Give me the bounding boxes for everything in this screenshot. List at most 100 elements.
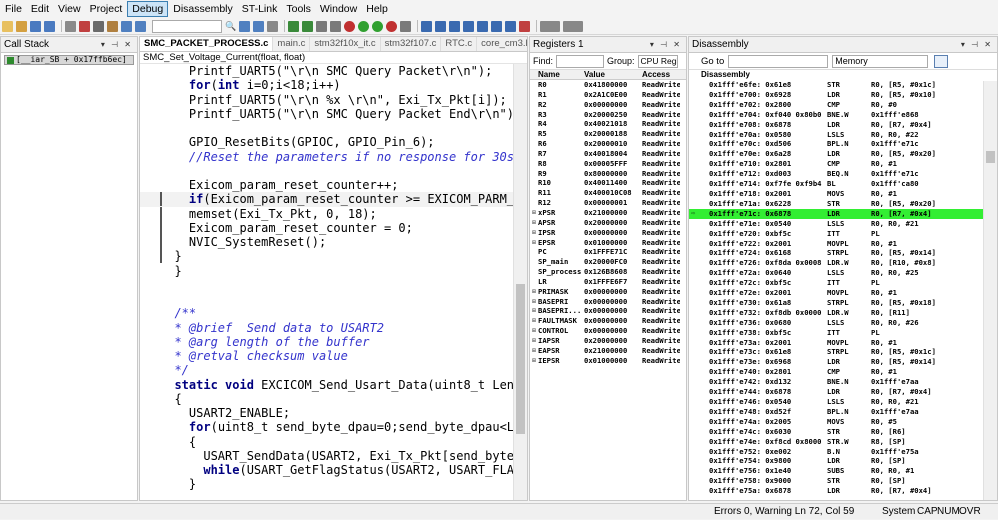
- cut-icon[interactable]: [79, 21, 90, 32]
- register-value[interactable]: 0x126B8608: [584, 267, 642, 277]
- register-value[interactable]: 0x01000000: [584, 238, 642, 248]
- register-row[interactable]: ⊞IAPSR0x20000000ReadWrite: [530, 336, 686, 346]
- instruction-row[interactable]: 0x1fff'e724: 0x6168STRPLR0, [R5, #0x14]: [689, 248, 997, 258]
- disassembly-scrollbar[interactable]: [983, 81, 997, 500]
- register-row[interactable]: ⊞IPSR0x00000000ReadWrite: [530, 228, 686, 238]
- register-row[interactable]: LR0x1FFFE6F7ReadWrite: [530, 277, 686, 287]
- register-row[interactable]: ⊞IEPSR0x01000000ReadWrite: [530, 356, 686, 366]
- tab-core-cm3-h[interactable]: core_cm3.h: [477, 37, 527, 51]
- step-into-icon[interactable]: [463, 21, 474, 32]
- instruction-row[interactable]: 0x1fff'e748: 0xd52fBPL.N0x1fff'e7aa: [689, 407, 997, 417]
- register-row[interactable]: R20x00000000ReadWrite: [530, 100, 686, 110]
- expand-icon[interactable]: ⊞: [530, 326, 538, 336]
- expand-icon[interactable]: [530, 198, 538, 208]
- save-icon[interactable]: [30, 21, 41, 32]
- run-to-cursor-icon[interactable]: [505, 21, 516, 32]
- sub-step-icon[interactable]: [563, 21, 583, 32]
- register-value[interactable]: 0x40011400: [584, 178, 642, 188]
- scroll-thumb[interactable]: [516, 284, 525, 434]
- instruction-row[interactable]: 0x1fff'e730: 0x61a8STRPLR0, [R5, #0x18]: [689, 298, 997, 308]
- menu-disassembly[interactable]: Disassembly: [169, 1, 237, 17]
- instruction-row[interactable]: 0x1fff'e742: 0xd132BNE.N0x1fff'e7aa: [689, 377, 997, 387]
- expand-icon[interactable]: [530, 169, 538, 179]
- register-value[interactable]: 0x1FFFE6F7: [584, 277, 642, 287]
- register-value[interactable]: 0x1FFFE71C: [584, 247, 642, 257]
- register-value[interactable]: 0x2A1C0E00: [584, 90, 642, 100]
- instruction-row[interactable]: 0x1fff'e70a: 0x0580LSLSR0, R0, #22: [689, 130, 997, 140]
- instruction-row[interactable]: 0x1fff'e720: 0xbf5cITTPL: [689, 229, 997, 239]
- register-row[interactable]: R10x2A1C0E00ReadWrite: [530, 90, 686, 100]
- instruction-row[interactable]: 0x1fff'e714: 0xf7fe 0xf9b4BL0x1fff'ca80: [689, 179, 997, 189]
- expand-icon[interactable]: ⊞: [530, 306, 538, 316]
- register-value[interactable]: 0x00000000: [584, 100, 642, 110]
- expand-icon[interactable]: [530, 267, 538, 277]
- register-value[interactable]: 0x20000010: [584, 139, 642, 149]
- instruction-row[interactable]: 0x1fff'e74a: 0x2005MOVSR0, #5: [689, 417, 997, 427]
- register-value[interactable]: 0x20000FC0: [584, 257, 642, 267]
- instruction-row[interactable]: 0x1fff'e708: 0x6878LDRR0, [R7, #0x4]: [689, 120, 997, 130]
- register-row[interactable]: PC0x1FFFE71CReadWrite: [530, 247, 686, 257]
- instruction-row[interactable]: 0x1fff'e70e: 0x6a28LDRR0, [R5, #0x20]: [689, 149, 997, 159]
- expand-icon[interactable]: [530, 139, 538, 149]
- find-input[interactable]: [556, 55, 604, 68]
- register-row[interactable]: R120x00000001ReadWrite: [530, 198, 686, 208]
- menu-file[interactable]: File: [1, 1, 26, 17]
- new-file-icon[interactable]: [2, 21, 13, 32]
- register-value[interactable]: 0x40021018: [584, 119, 642, 129]
- expand-icon[interactable]: [530, 159, 538, 169]
- menu-debug[interactable]: Debug: [127, 1, 168, 17]
- tab-main-c[interactable]: main.c: [273, 37, 310, 51]
- register-row[interactable]: ⊞FAULTMASK0x00000000ReadWrite: [530, 316, 686, 326]
- copy-icon[interactable]: [93, 21, 104, 32]
- scroll-thumb[interactable]: [986, 151, 995, 163]
- register-value[interactable]: 0x20000000: [584, 336, 642, 346]
- paste-icon[interactable]: [107, 21, 118, 32]
- instruction-row[interactable]: 0x1fff'e72c: 0xbf5cITTPL: [689, 278, 997, 288]
- expand-icon[interactable]: [530, 257, 538, 267]
- instruction-row[interactable]: 0x1fff'e752: 0xe002B.N0x1fff'e75a: [689, 447, 997, 457]
- instruction-row[interactable]: 0x1fff'e712: 0xd003BEQ.N0x1fff'e71c: [689, 169, 997, 179]
- current-instruction-row[interactable]: ⇨0x1fff'e71c: 0x6878LDRR0, [R7, #0x4]: [689, 209, 997, 219]
- register-value[interactable]: 0x400010C08: [584, 188, 642, 198]
- expand-icon[interactable]: [530, 90, 538, 100]
- instruction-row[interactable]: 0x1fff'e71e: 0x0540LSLSR0, R0, #21: [689, 219, 997, 229]
- register-row[interactable]: SP_process0x126B8608ReadWrite: [530, 267, 686, 277]
- expand-icon[interactable]: ⊞: [530, 228, 538, 238]
- instruction-row[interactable]: 0x1fff'e73a: 0x2001MOVPLR0, #1: [689, 338, 997, 348]
- instruction-row[interactable]: 0x1fff'e700: 0x6928LDRR0, [R5, #0x10]: [689, 90, 997, 100]
- register-row[interactable]: ⊞EPSR0x01000000ReadWrite: [530, 238, 686, 248]
- find-next-icon[interactable]: [239, 21, 250, 32]
- stack-frame[interactable]: [__iar_SB + 0x17ffb6ec]: [4, 55, 134, 65]
- find-icon[interactable]: 🔍: [225, 21, 236, 32]
- memory-select[interactable]: Memory: [832, 55, 928, 68]
- register-row[interactable]: R70x40018004ReadWrite: [530, 149, 686, 159]
- expand-icon[interactable]: [530, 80, 538, 90]
- instruction-row[interactable]: 0x1fff'e738: 0xbf5cITTPL: [689, 328, 997, 338]
- make-icon[interactable]: [330, 21, 341, 32]
- expand-icon[interactable]: ⊞: [530, 346, 538, 356]
- panel-controls[interactable]: ▾ ⊣ ✕: [961, 37, 997, 52]
- stop-build-icon[interactable]: [344, 21, 355, 32]
- instruction-row[interactable]: 0x1fff'e704: 0xf040 0x80b0BNE.W0x1fff'e8…: [689, 110, 997, 120]
- tab-smc-packet-process-c[interactable]: SMC_PACKET_PROCESS.c: [140, 37, 273, 51]
- bookmark-icon[interactable]: [288, 21, 299, 32]
- instruction-row[interactable]: 0x1fff'e702: 0x2800CMPR0, #0: [689, 100, 997, 110]
- register-value[interactable]: 0x20000000: [584, 218, 642, 228]
- redo-icon[interactable]: [135, 21, 146, 32]
- register-value[interactable]: 0x20000188: [584, 129, 642, 139]
- reset-icon[interactable]: [421, 21, 432, 32]
- register-row[interactable]: R110x400010C08ReadWrite: [530, 188, 686, 198]
- register-value[interactable]: 0x00000000: [584, 287, 642, 297]
- register-row[interactable]: R80x00005FFFReadWrite: [530, 159, 686, 169]
- instruction-row[interactable]: 0x1fff'e718: 0x2001MOVSR0, #1: [689, 189, 997, 199]
- instruction-row[interactable]: 0x1fff'e722: 0x2001MOVPLR0, #1: [689, 239, 997, 249]
- breakpoint-icon[interactable]: [400, 21, 411, 32]
- register-row[interactable]: ⊞BASEPRI...0x00000000ReadWrite: [530, 306, 686, 316]
- expand-icon[interactable]: [530, 247, 538, 257]
- debug-restart-icon[interactable]: [372, 21, 383, 32]
- tab-rtc-c[interactable]: RTC.c: [441, 37, 477, 51]
- instruction-row[interactable]: 0x1fff'e726: 0xf8da 0x0008LDR.WR0, [R10,…: [689, 258, 997, 268]
- register-value[interactable]: 0x00000001: [584, 198, 642, 208]
- instruction-row[interactable]: 0x1fff'e75a: 0x6878LDRR0, [R7, #0x4]: [689, 486, 997, 496]
- stop-debug-icon[interactable]: [386, 21, 397, 32]
